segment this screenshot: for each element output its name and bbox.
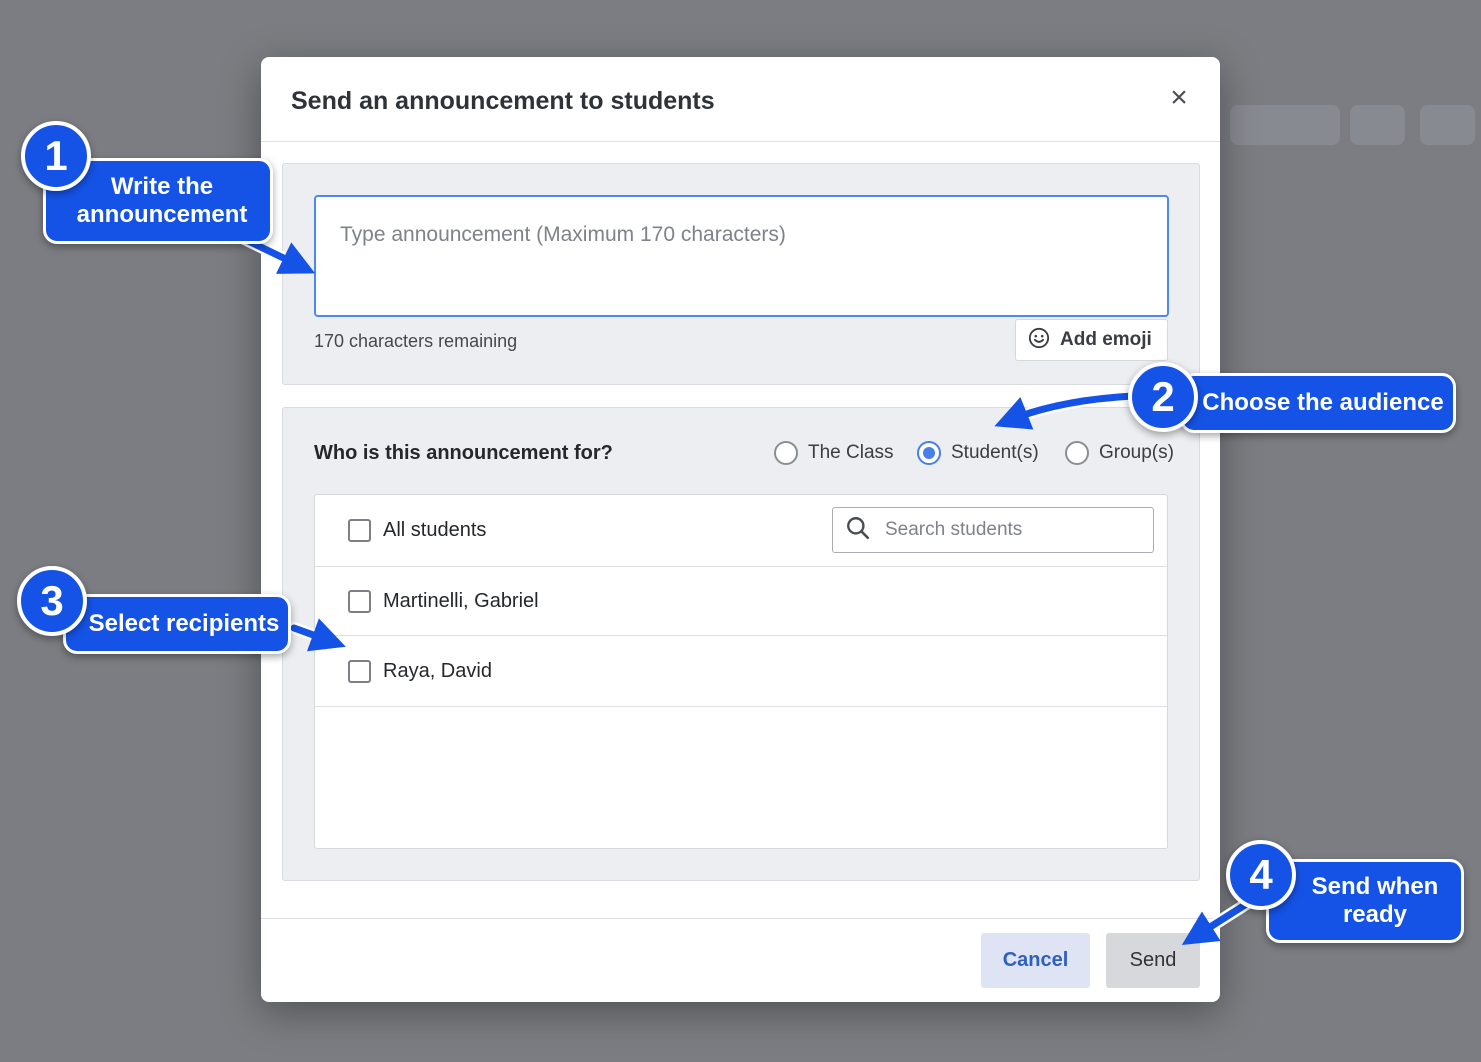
- search-students-input[interactable]: [885, 519, 1135, 541]
- callout-3-number: 3: [17, 566, 87, 636]
- dialog-title: Send an announcement to students: [291, 87, 715, 115]
- dialog-header: Send an announcement to students ×: [261, 57, 1220, 142]
- footer-divider: [261, 918, 1220, 919]
- radio-groups[interactable]: Group(s): [1065, 441, 1174, 465]
- callout-3: Select recipients: [63, 594, 291, 654]
- radio-label: The Class: [808, 442, 894, 463]
- add-emoji-button[interactable]: Add emoji: [1015, 319, 1168, 361]
- smiley-icon: [1028, 327, 1050, 354]
- list-item[interactable]: Raya, David: [315, 636, 1167, 707]
- list-row-all-students: All students: [315, 495, 1167, 567]
- student-checkbox[interactable]: [348, 589, 371, 613]
- student-checkbox[interactable]: [348, 659, 371, 683]
- callout-3-text: Select recipients: [88, 610, 280, 638]
- close-icon[interactable]: ×: [1164, 83, 1194, 113]
- callout-1-text: Write the announcement: [76, 173, 248, 228]
- announcement-input[interactable]: [314, 195, 1169, 317]
- compose-section: 170 characters remaining Add emoji: [282, 163, 1200, 385]
- callout-4-text: Send when ready: [1311, 873, 1439, 928]
- background-app-blur: [1420, 105, 1475, 145]
- cancel-button[interactable]: Cancel: [981, 933, 1090, 988]
- send-button[interactable]: Send: [1106, 933, 1200, 988]
- student-name: Raya, David: [383, 659, 492, 682]
- callout-2: Choose the audience: [1180, 373, 1456, 433]
- callout-1-number: 1: [21, 121, 91, 191]
- radio-students[interactable]: Student(s): [917, 441, 1039, 465]
- audience-section: Who is this announcement for? The Class …: [282, 407, 1200, 881]
- background-app-blur: [1230, 105, 1340, 145]
- callout-2-text: Choose the audience: [1202, 389, 1444, 417]
- search-icon: [845, 515, 871, 546]
- all-students-checkbox[interactable]: [348, 519, 371, 542]
- student-name: Martinelli, Gabriel: [383, 589, 539, 612]
- student-list: All students Martinelli, Gabriel: [314, 494, 1168, 849]
- audience-question: Who is this announcement for?: [314, 442, 613, 464]
- radio-circle[interactable]: [1065, 441, 1089, 465]
- all-students-label: All students: [383, 519, 487, 541]
- radio-circle[interactable]: [774, 441, 798, 465]
- background-app-blur: [1350, 105, 1405, 145]
- callout-4-number: 4: [1226, 840, 1296, 910]
- list-item[interactable]: Martinelli, Gabriel: [315, 567, 1167, 636]
- radio-the-class[interactable]: The Class: [774, 441, 894, 465]
- search-students-field[interactable]: [832, 507, 1154, 553]
- radio-label: Group(s): [1099, 442, 1174, 463]
- callout-2-number: 2: [1128, 362, 1198, 432]
- characters-remaining: 170 characters remaining: [314, 331, 518, 351]
- radio-label: Student(s): [951, 442, 1039, 463]
- add-emoji-label: Add emoji: [1060, 329, 1152, 350]
- radio-circle-selected[interactable]: [917, 441, 941, 465]
- announcement-dialog: Send an announcement to students × 170 c…: [261, 57, 1220, 1002]
